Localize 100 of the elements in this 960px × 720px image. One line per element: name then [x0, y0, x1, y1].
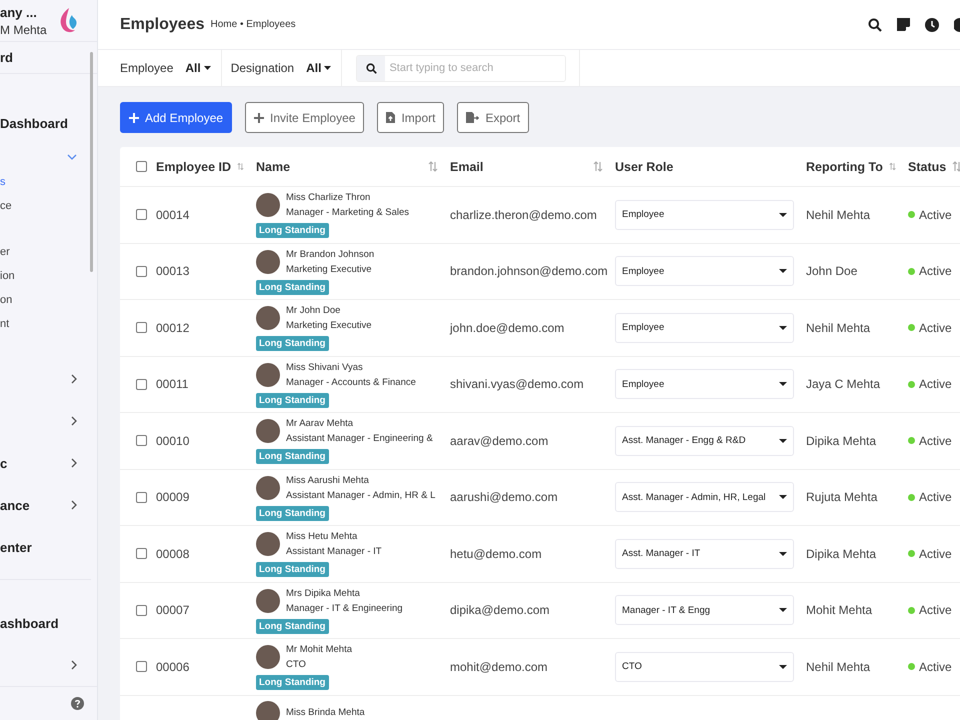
file-arrow-icon — [466, 112, 480, 123]
employee-id: 00011 — [156, 377, 188, 392]
scrollbar[interactable] — [90, 52, 93, 272]
sort-icon[interactable] — [952, 161, 960, 172]
caret-icon — [779, 608, 787, 612]
reporting-manager: Dipika Mehta — [806, 546, 876, 561]
employee-designation: Assistant Manager - IT — [286, 546, 382, 557]
column-header[interactable]: Email — [450, 160, 484, 174]
sidebar-item[interactable]: on — [0, 294, 12, 306]
caret-icon — [779, 382, 787, 386]
role-dropdown[interactable]: Employee — [615, 256, 794, 286]
employee-name: Mrs Dipika Mehta — [286, 588, 361, 598]
sort-icon[interactable] — [428, 161, 438, 172]
filter-dropdown[interactable]: All — [306, 61, 332, 75]
role-dropdown[interactable]: Employee — [615, 369, 794, 400]
tenure-tag: Long Standing — [256, 675, 328, 690]
sort-icon[interactable] — [593, 161, 603, 172]
action-button[interactable]: Import — [377, 102, 444, 133]
caret-icon — [779, 495, 787, 500]
action-button[interactable]: Invite Employee — [245, 102, 364, 133]
sidebar-item[interactable]: ion — [0, 270, 15, 282]
breadcrumb: Home • Employees — [210, 19, 296, 30]
employee-id: 00010 — [156, 434, 190, 448]
row-checkbox[interactable] — [136, 266, 147, 277]
role-dropdown[interactable]: Manager - IT & Engg — [615, 595, 794, 626]
caret-icon — [779, 438, 787, 443]
column-header[interactable]: Status — [908, 160, 946, 174]
status-text: Active — [919, 377, 952, 392]
row-checkbox[interactable] — [136, 661, 147, 672]
role-dropdown[interactable]: Asst. Manager - Admin, HR, Legal — [615, 482, 794, 512]
caret-icon — [779, 212, 787, 217]
chevron-right-icon[interactable] — [71, 458, 77, 468]
column-header[interactable]: Name — [256, 160, 290, 174]
employee-designation: Manager - Marketing & Sales — [286, 207, 410, 218]
role-dropdown[interactable]: CTO — [615, 652, 794, 682]
chevron-right-icon[interactable] — [71, 374, 77, 384]
plus-icon — [254, 112, 264, 122]
employee-designation: Marketing Executive — [286, 264, 373, 274]
reporting-manager: Dipika Mehta — [806, 434, 876, 448]
sort-icon[interactable] — [237, 161, 244, 172]
photo-placeholder — [256, 419, 280, 443]
row-checkbox[interactable] — [136, 378, 147, 390]
employee-email: charlize.theron@demo.com — [450, 208, 597, 222]
action-button[interactable]: Export — [457, 102, 530, 133]
column-header[interactable]: Employee ID — [156, 160, 232, 174]
search-icon[interactable] — [868, 18, 882, 32]
chevron-down-icon[interactable] — [67, 154, 77, 160]
role-dropdown[interactable]: Asst. Manager - IT — [615, 538, 794, 569]
photo-placeholder — [256, 362, 280, 386]
status-text: Active — [919, 546, 952, 561]
column-header[interactable]: User Role — [615, 160, 674, 174]
sidebar-item[interactable]: ashboard — [0, 616, 59, 631]
tenure-tag: Long Standing — [256, 280, 328, 294]
caret-icon — [779, 326, 787, 330]
row-checkbox[interactable] — [136, 435, 147, 446]
sidebar-section-label[interactable]: rd — [0, 50, 13, 66]
employee-id: 00009 — [156, 490, 190, 504]
photo-placeholder — [256, 700, 280, 720]
employee-email: aarushi@demo.com — [450, 490, 558, 504]
employee-designation: CTO — [286, 659, 307, 670]
row-checkbox[interactable] — [136, 492, 147, 503]
chevron-right-icon[interactable] — [71, 416, 77, 426]
search-field[interactable]: Start typing to search — [356, 54, 566, 82]
chevron-right-icon[interactable] — [71, 500, 77, 510]
role-dropdown[interactable]: Employee — [615, 312, 794, 343]
file-upload-icon — [386, 112, 396, 123]
sort-icon[interactable] — [888, 161, 896, 172]
column-header[interactable]: Reporting To — [806, 160, 883, 174]
sidebar-item[interactable]: enter — [0, 540, 32, 555]
caret-icon — [779, 664, 787, 669]
sidebar-item[interactable]: nt — [0, 318, 10, 330]
action-button[interactable]: Add Employee — [120, 102, 232, 133]
employee-id: 00008 — [156, 546, 190, 561]
status-text: Active — [919, 660, 952, 674]
sidebar-item[interactable]: er — [0, 246, 10, 258]
caret-icon — [779, 269, 787, 274]
filter-dropdown[interactable]: All — [185, 61, 211, 75]
employee-email: hetu@demo.com — [450, 546, 542, 561]
employee-id: 00012 — [156, 320, 190, 335]
status-text: Active — [919, 434, 952, 448]
sidebar-item[interactable]: Dashboard — [0, 116, 68, 131]
row-checkbox[interactable] — [136, 322, 147, 334]
help-icon[interactable] — [71, 697, 84, 710]
clock-icon[interactable] — [925, 18, 939, 32]
row-checkbox[interactable] — [136, 548, 147, 560]
status-text: Active — [919, 320, 952, 335]
select-all-checkbox[interactable] — [136, 161, 147, 172]
role-dropdown[interactable]: Asst. Manager - Engg & R&D — [615, 426, 794, 456]
tenure-tag: Long Standing — [256, 392, 328, 408]
chevron-right-icon[interactable] — [71, 660, 77, 670]
row-checkbox[interactable] — [136, 209, 147, 220]
sidebar-item[interactable]: c — [0, 456, 8, 471]
sidebar-item[interactable]: ce — [0, 200, 12, 212]
sidebar-item[interactable]: ance — [0, 498, 30, 513]
note-icon[interactable] — [897, 18, 910, 31]
row-checkbox[interactable] — [136, 604, 147, 616]
sidebar-item[interactable]: s — [0, 176, 6, 188]
role-dropdown[interactable]: Employee — [615, 200, 794, 230]
plus-icon — [129, 112, 139, 122]
status-text: Active — [919, 264, 952, 278]
